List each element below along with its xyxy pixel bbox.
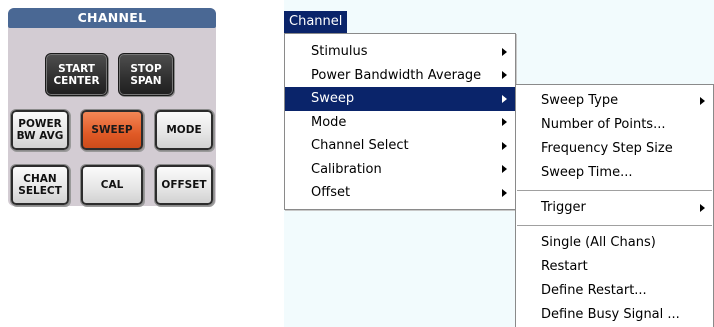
submenu-arrow-icon (700, 204, 705, 212)
menu-item-label: Offset (311, 185, 351, 200)
submenu-item-sweep-type[interactable]: Sweep Type (516, 89, 713, 113)
submenu-item-restart[interactable]: Restart (516, 255, 713, 279)
menu-separator (517, 190, 712, 191)
submenu-arrow-icon (502, 118, 507, 127)
menu-item-label: Calibration (311, 161, 382, 177)
channel-key-panel: CHANNEL START CENTER STOP SPAN POWER BW … (8, 8, 216, 206)
menu-item-label: Mode (311, 114, 347, 130)
menu-item-sweep[interactable]: Sweep (285, 87, 515, 111)
menu-item-label: Stimulus (311, 44, 368, 59)
submenu-arrow-icon (502, 141, 507, 150)
menu-item-label: Power Bandwidth Average (311, 67, 482, 83)
menu-item-mode[interactable]: Mode (285, 111, 515, 135)
sweep-key[interactable]: SWEEP (80, 109, 144, 151)
submenu-arrow-icon (502, 94, 507, 103)
submenu-arrow-icon (502, 188, 507, 197)
submenu-item-frequency-step-size[interactable]: Frequency Step Size (516, 137, 713, 161)
submenu-arrow-icon (502, 71, 507, 80)
submenu-arrow-icon (700, 97, 705, 105)
submenu-item-trigger[interactable]: Trigger (516, 196, 713, 220)
menu-item-label: Sweep (311, 91, 355, 106)
menubar-channel[interactable]: Channel (284, 11, 348, 33)
power-bw-avg-key[interactable]: POWER BW AVG (10, 109, 70, 151)
menu-item-calibration[interactable]: Calibration (285, 158, 515, 182)
menu-item-label: Trigger (541, 200, 586, 215)
menu-item-offset[interactable]: Offset (285, 181, 515, 205)
menu-item-stimulus[interactable]: Stimulus (285, 40, 515, 64)
panel-title: CHANNEL (8, 8, 216, 28)
menu-item-label: Sweep Type (541, 93, 619, 108)
menu-separator (517, 225, 712, 226)
stop-span-key[interactable]: STOP SPAN (118, 53, 174, 96)
menu-item-label: Channel Select (311, 138, 409, 153)
menu-item-channel-select[interactable]: Channel Select (285, 134, 515, 158)
sweep-submenu: Sweep Type Number of Points... Frequency… (515, 84, 714, 327)
mode-key[interactable]: MODE (154, 109, 214, 151)
channel-menu: Stimulus Power Bandwidth Average Sweep M… (284, 33, 516, 210)
menu-item-power-bandwidth-average[interactable]: Power Bandwidth Average (285, 64, 515, 88)
submenu-arrow-icon (502, 165, 507, 174)
submenu-item-sweep-time[interactable]: Sweep Time... (516, 161, 713, 185)
submenu-item-define-busy-signal[interactable]: Define Busy Signal ... (516, 303, 713, 327)
cal-key[interactable]: CAL (80, 164, 144, 206)
submenu-arrow-icon (502, 47, 507, 56)
submenu-item-number-of-points[interactable]: Number of Points... (516, 113, 713, 137)
offset-key[interactable]: OFFSET (154, 164, 214, 206)
submenu-item-define-restart[interactable]: Define Restart... (516, 279, 713, 303)
chan-select-key[interactable]: CHAN SELECT (10, 164, 70, 206)
start-center-key[interactable]: START CENTER (45, 53, 108, 96)
submenu-item-single-all-chans[interactable]: Single (All Chans) (516, 231, 713, 255)
